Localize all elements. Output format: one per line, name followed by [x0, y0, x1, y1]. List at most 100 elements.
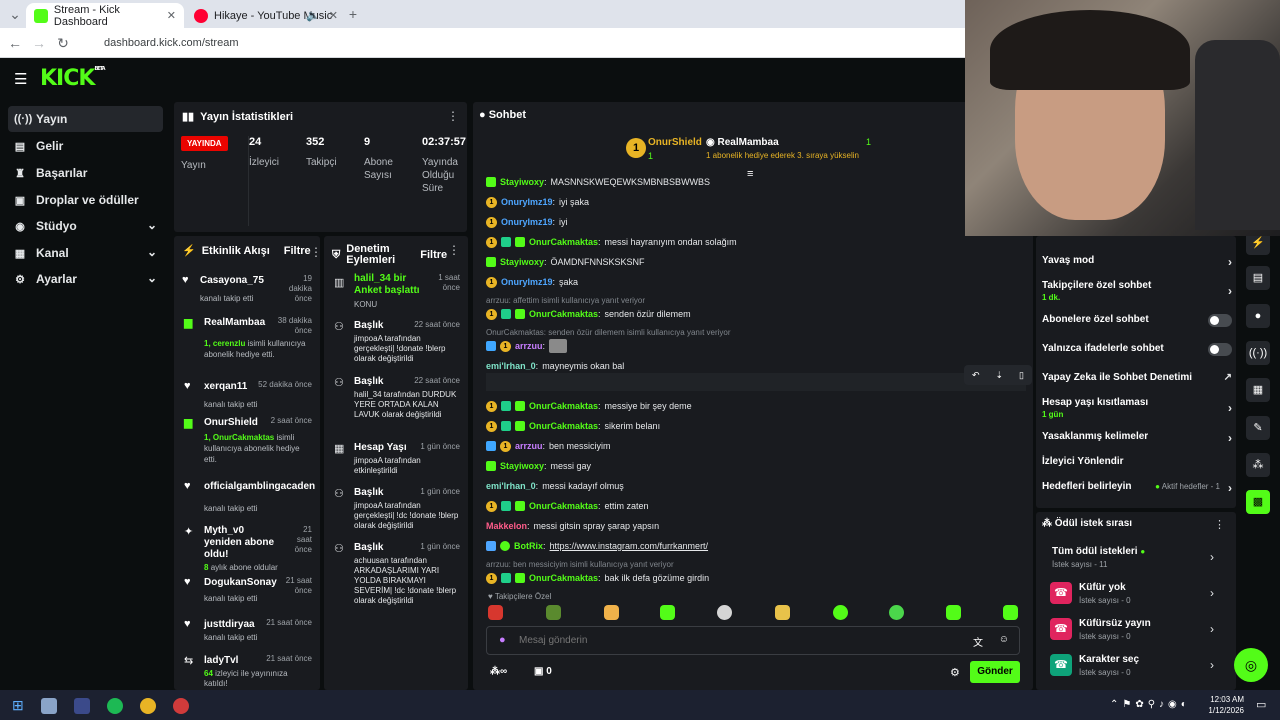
system-tray-icons[interactable]: ⌃⚑✿⚲♪◉◐	[1110, 699, 1191, 710]
chat-username[interactable]: OnurCakmaktas	[529, 573, 598, 583]
close-tab-icon[interactable]: ✕	[329, 9, 338, 22]
emote-icon[interactable]	[717, 605, 732, 620]
layout-icon[interactable]: ▦	[1246, 378, 1270, 402]
chat-message[interactable]: emi'lrhan_0: messi kadayıf olmuş	[486, 479, 624, 493]
collapse-pinned-icon[interactable]: ≡	[747, 168, 753, 180]
forward-icon[interactable]: →	[30, 34, 48, 52]
chat-username[interactable]: OnuryImz19	[501, 277, 553, 287]
emoji-icon[interactable]: ☺	[999, 634, 1009, 645]
points-icon[interactable]: ⁂	[1246, 453, 1270, 477]
sidebar-item-studyo[interactable]: ◉ Stüdyo ⌄	[8, 213, 163, 239]
channel-points[interactable]: ⁂∞	[490, 666, 507, 677]
notes-icon[interactable]: ▤	[1246, 266, 1270, 290]
top-gifter-name[interactable]: OnurShield	[648, 137, 702, 148]
clock[interactable]: 12:03 AM 1/12/2026	[1200, 694, 1244, 716]
kick-logo[interactable]: KICKBETA	[40, 66, 106, 91]
reload-icon[interactable]: ↻	[54, 34, 72, 52]
support-headset-icon[interactable]: ◎	[1234, 648, 1268, 682]
notification-icon[interactable]: ▭	[1256, 698, 1266, 711]
reply-icon[interactable]: ↶	[972, 370, 980, 381]
emote-icon[interactable]	[946, 605, 961, 620]
emote-icon[interactable]	[604, 605, 619, 620]
chat-message[interactable]: 1 OnuryImz19: iyi	[486, 215, 568, 229]
chat-username[interactable]: OnurCakmaktas	[529, 421, 598, 431]
chat-username[interactable]: OnuryImz19	[501, 217, 553, 227]
emote-icon[interactable]	[1003, 605, 1018, 620]
chat-username[interactable]: OnurCakmaktas	[529, 501, 598, 511]
microphone-icon[interactable]: ●	[499, 634, 506, 646]
close-tab-icon[interactable]: ✕	[167, 9, 176, 22]
setting-banned-words[interactable]: Yasaklanmış kelimeler ›	[1042, 431, 1232, 445]
app-icon[interactable]	[74, 698, 90, 714]
feed-username[interactable]: Casayona_75	[200, 275, 264, 286]
chat-message[interactable]: 1 OnurCakmaktas: messi hayranıyım ondan so…	[486, 235, 737, 249]
chat-message[interactable]: 1 OnuryImz19: şaka	[486, 275, 578, 289]
chat-message[interactable]: 1 OnuryImz19: iyi şaka	[486, 195, 589, 209]
chat-username[interactable]: BotRix	[514, 541, 543, 551]
chat-message[interactable]: emi'lrhan_0: mayneymis okan bal	[486, 359, 624, 373]
translate-icon[interactable]: 文	[973, 634, 983, 649]
sidebar-item-droplar[interactable]: ▣ Droplar ve ödüller	[8, 187, 163, 213]
kebab-menu-icon[interactable]: ⋮	[1214, 518, 1225, 531]
emote-icon[interactable]	[889, 605, 904, 620]
feed-username[interactable]: ladyTvl	[204, 655, 238, 666]
setting-ai-moderation[interactable]: Yapay Zeka ile Sohbet Denetimi ↗	[1042, 372, 1232, 383]
chat-username[interactable]: emi'lrhan_0	[486, 481, 536, 491]
chat-message[interactable]: 1 OnurCakmaktas: senden özür dilemem	[486, 307, 691, 321]
chrome-icon[interactable]	[140, 698, 156, 714]
feed-username[interactable]: officialgamblingacaden	[204, 481, 315, 492]
reply-context[interactable]: OnurCakmaktas: senden özür dilemem isiml…	[486, 328, 731, 337]
chat-message[interactable]: 1 arrzuu:	[486, 339, 568, 353]
chat-text[interactable]: https://www.instagram.com/furrkanmert/	[550, 541, 709, 551]
chat-message[interactable]: 1 OnurCakmaktas: ettim zaten	[486, 499, 649, 513]
reward-all-requests[interactable]: Tüm ödül istekleri ● İstek sayısı - 11 ›	[1050, 544, 1220, 574]
emote-icon[interactable]	[546, 605, 561, 620]
chat-icon[interactable]: ●	[1246, 304, 1270, 328]
sidebar-item-yayin[interactable]: ((·)) Yayın	[8, 106, 163, 132]
chat-message[interactable]: Stayiwoxy: MASNNSKWEQEWKSMBNBSBWWBS	[486, 175, 710, 189]
chat-message[interactable]: 1 OnurCakmaktas: messiye bir şey deme	[486, 399, 692, 413]
app-icon[interactable]	[41, 698, 57, 714]
chat-username[interactable]: Stayiwoxy	[500, 257, 544, 267]
second-gifter[interactable]: ◉ RealMambaa	[706, 137, 779, 148]
kebab-menu-icon[interactable]: ⋮	[448, 243, 460, 257]
tab-search-icon[interactable]: ⌄	[6, 5, 24, 23]
drops-counter[interactable]: ▣ 0	[534, 666, 552, 677]
delete-icon[interactable]: ▯	[1019, 370, 1024, 381]
emote-icon[interactable]	[488, 605, 503, 620]
setting-raid-viewers[interactable]: İzleyici Yönlendir	[1042, 456, 1232, 467]
chat-username[interactable]: OnurCakmaktas	[529, 401, 598, 411]
chat-username[interactable]: emi'lrhan_0	[486, 361, 536, 371]
tab-kick-dashboard[interactable]: Stream - Kick Dashboard ✕	[26, 3, 184, 28]
chat-message[interactable]: BotRix: https://www.instagram.com/furrkan…	[486, 539, 708, 553]
sidebar-item-basarilar[interactable]: ♜ Başarılar	[8, 160, 163, 186]
chat-username[interactable]: arrzuu	[515, 341, 543, 351]
setting-subscribers-only[interactable]: Abonelere özel sohbet	[1042, 314, 1232, 327]
back-icon[interactable]: ←	[6, 34, 24, 52]
reply-context[interactable]: arrzuu: ben messiciyim isimli kullanıcıy…	[486, 560, 674, 569]
kebab-menu-icon[interactable]: ⋮	[310, 245, 322, 259]
chat-input-box[interactable]: ● 文 ☺	[486, 626, 1020, 655]
chat-message[interactable]: Stayiwoxy: ÖAMDNFNNSKSKSNF	[486, 255, 645, 269]
chat-message[interactable]: 1 OnurCakmaktas: bak ilk defa gözüme girdi…	[486, 571, 709, 585]
spotify-icon[interactable]	[107, 698, 123, 714]
chat-settings-gear-icon[interactable]: ⚙	[950, 666, 960, 679]
feed-username[interactable]: OnurShield	[204, 417, 258, 428]
feed-username[interactable]: DogukanSonay	[204, 577, 277, 588]
setting-account-age[interactable]: Hesap yaşı kısıtlaması 1 gün ›	[1042, 397, 1232, 419]
feed-username[interactable]: justtdiryaa	[204, 619, 255, 630]
broadcast-icon[interactable]: ((·))	[1246, 341, 1270, 365]
chat-username[interactable]: Stayiwoxy	[500, 461, 544, 471]
chat-message[interactable]: Makkelon: messi gitsin spray şarap yapsın	[486, 519, 659, 533]
subscribers-only-toggle[interactable]	[1208, 314, 1232, 327]
emote-icon[interactable]	[833, 605, 848, 620]
setting-followers-only[interactable]: Takipçilere özel sohbet 1 dk. ›	[1042, 280, 1232, 302]
setting-emote-only[interactable]: Yalnızca ifadelerle sohbet	[1042, 343, 1232, 356]
chat-username[interactable]: OnuryImz19	[501, 197, 553, 207]
chat-username[interactable]: Makkelon	[486, 521, 527, 531]
setting-goals[interactable]: Hedefleri belirleyin ● Aktif hedefler - 1…	[1042, 481, 1232, 495]
chat-message[interactable]: 1 arrzuu: ben messiciyim	[486, 439, 611, 453]
feed-username[interactable]: xerqan11	[204, 381, 247, 392]
setting-slow-mode[interactable]: Yavaş mod ›	[1042, 255, 1232, 269]
reward-item[interactable]: ☎ Küfür yok İstek sayısı - 0 ›	[1050, 580, 1220, 610]
